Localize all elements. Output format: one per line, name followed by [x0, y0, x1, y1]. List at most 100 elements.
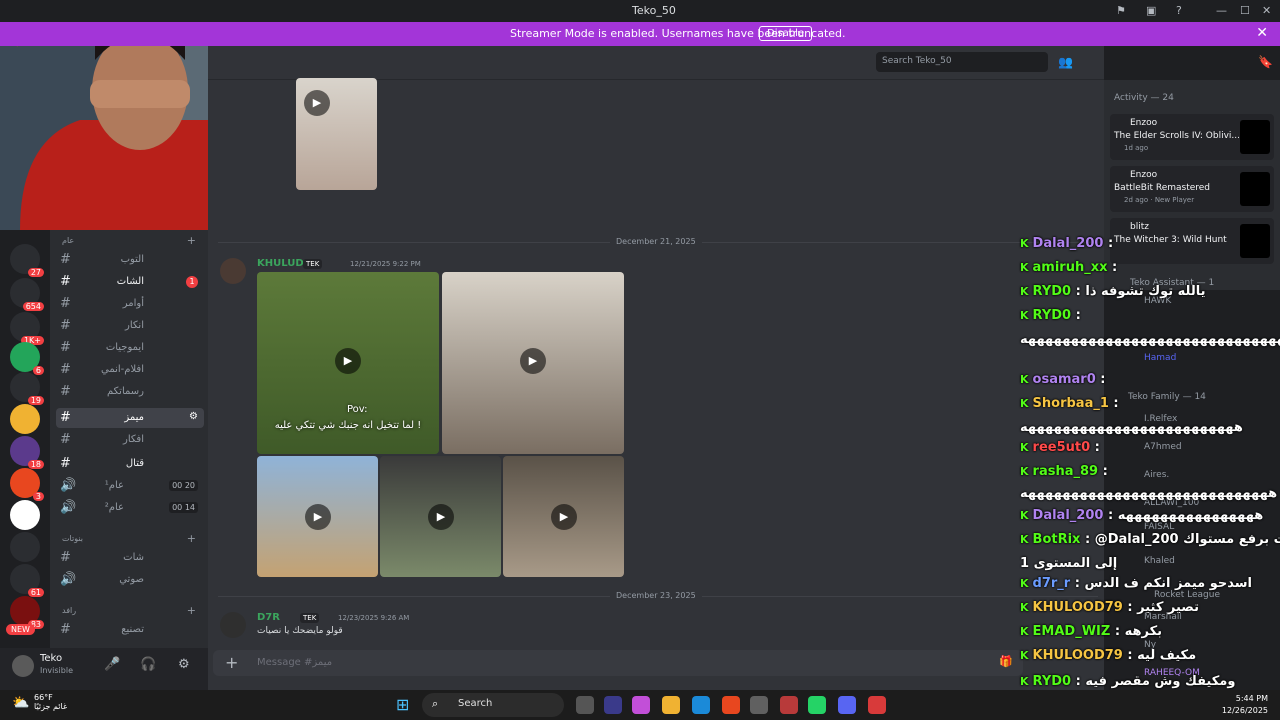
start-icon[interactable]: ⊞ [396, 695, 409, 714]
activity-card[interactable]: blitz The Witcher 3: Wild Hunt [1110, 218, 1274, 264]
settings-icon[interactable]: ⚙ [178, 657, 190, 672]
overlay-chat-user: Dalal_200 [1032, 236, 1104, 251]
channel-item[interactable]: # الشات 1 [56, 272, 204, 292]
disable-button[interactable]: Disable [759, 26, 813, 41]
app-icon[interactable] [780, 696, 798, 714]
play-icon[interactable]: ▶ [428, 504, 454, 530]
message-author[interactable]: KHULUD [257, 258, 304, 269]
close-window-icon[interactable]: ✕ [1262, 4, 1271, 17]
category-header[interactable]: بنوتات [62, 534, 83, 543]
task-view-icon[interactable] [576, 696, 594, 714]
play-icon[interactable]: ▶ [520, 348, 546, 374]
members-icon[interactable]: 👥 [1058, 55, 1073, 69]
video-thumbnail[interactable]: ▶ [380, 456, 501, 577]
gift-icon[interactable]: 🎁 [999, 655, 1013, 668]
server-icon[interactable] [10, 404, 40, 434]
server-icon[interactable]: 61 [10, 564, 44, 597]
server-icon[interactable]: 6 [10, 342, 44, 375]
voice-channel[interactable]: 🔊 صوتي [56, 570, 204, 590]
video-thumbnail[interactable]: ▶ [257, 456, 378, 577]
weather-widget[interactable]: 66°F غائم جزئيًا [34, 693, 67, 711]
new-badge[interactable]: NEW [6, 624, 35, 635]
category-header[interactable]: رافد [62, 606, 76, 615]
add-attachment-icon[interactable]: + [225, 653, 238, 672]
settings-icon[interactable]: ⚙ [189, 411, 198, 422]
server-icon[interactable]: 3 [10, 468, 44, 501]
play-icon[interactable]: ▶ [335, 348, 361, 374]
server-icon[interactable]: 27 [10, 244, 44, 277]
copilot-icon[interactable] [632, 696, 650, 714]
channel-item[interactable]: # ايموجيات [56, 338, 204, 358]
message-composer[interactable]: + Message #ميمز 🎁 [213, 650, 1023, 676]
channel-item[interactable]: # افكار [56, 430, 204, 450]
member-item[interactable]: A7hmed [1144, 442, 1182, 452]
server-icon[interactable]: 83 [10, 596, 44, 629]
search-input[interactable]: Search Teko_50 [876, 52, 1048, 72]
voice-channel[interactable]: 🔊 عام² 00 14 [56, 498, 204, 518]
overlay-chat-message: ههههههههههههههههه [1117, 508, 1264, 523]
channel-item-active[interactable]: # ميمز ⚙ [56, 408, 204, 428]
video-thumbnail[interactable]: ▶ [442, 272, 624, 454]
message-input[interactable]: Message #ميمز [257, 657, 332, 668]
headphones-icon[interactable]: 🎧 [140, 657, 156, 672]
message-author[interactable]: D7R [257, 612, 280, 623]
server-icon[interactable] [10, 500, 40, 530]
add-channel-icon[interactable]: + [187, 604, 196, 617]
server-icon[interactable] [10, 532, 40, 562]
member-item[interactable]: Khaled [1144, 556, 1175, 566]
avatar[interactable] [12, 655, 34, 677]
close-icon[interactable]: ✕ [1256, 25, 1268, 41]
weather-icon[interactable]: ⛅ [12, 695, 29, 711]
taskbar-search[interactable]: Search [422, 693, 564, 717]
app-icon[interactable] [604, 696, 622, 714]
discord-icon[interactable] [838, 696, 856, 714]
video-thumbnail[interactable]: ▶ Pov: لما تتخيل انه جنبك شي تتكي عليه ! [257, 272, 439, 454]
member-item[interactable]: Hamad [1144, 353, 1176, 363]
channel-item[interactable]: # تصنيع [56, 620, 204, 640]
brave-icon[interactable] [722, 696, 740, 714]
avatar[interactable] [220, 612, 246, 638]
overlay-chat-message: @Dalal_200 قمت برفع مستواك [1094, 532, 1280, 547]
play-icon[interactable]: ▶ [305, 504, 331, 530]
server-icon[interactable]: 19 [10, 372, 44, 405]
activity-header[interactable]: Activity — 24 [1114, 93, 1174, 103]
bookmark-icon[interactable]: 🔖 [1258, 55, 1273, 69]
edge-icon[interactable] [692, 696, 710, 714]
overlay-chat-row: Kree5ut0 : [1020, 440, 1100, 460]
file-explorer-icon[interactable] [662, 696, 680, 714]
activity-card[interactable]: Enzoo The Elder Scrolls IV: Oblivi... 1d… [1110, 114, 1274, 160]
channel-item[interactable]: # شات [56, 548, 204, 568]
minimize-icon[interactable]: — [1216, 4, 1227, 17]
channel-item[interactable]: # انكار [56, 316, 204, 336]
whatsapp-icon[interactable] [808, 696, 826, 714]
server-icon[interactable]: 654 [10, 278, 44, 311]
video-thumbnail[interactable]: ▶ [503, 456, 624, 577]
clock[interactable]: 5:44 PM 12/26/2025 [1222, 693, 1268, 717]
user-name[interactable]: Teko [40, 653, 62, 664]
video-thumbnail[interactable]: ▶ [296, 78, 377, 190]
server-icon[interactable]: 18 [10, 436, 44, 469]
member-item[interactable]: Aires. [1144, 470, 1169, 480]
help-icon[interactable]: ? [1176, 4, 1182, 17]
voice-channel[interactable]: 🔊 عام¹ 00 20 [56, 476, 204, 496]
kick-icon: K [1020, 533, 1029, 546]
channel-item[interactable]: # رسماتكم [56, 382, 204, 402]
inbox-icon[interactable]: ⚑ [1116, 4, 1126, 17]
play-icon[interactable]: ▶ [551, 504, 577, 530]
channel-item[interactable]: # قتال [56, 454, 204, 474]
play-icon[interactable]: ▶ [304, 90, 330, 116]
server-icon[interactable]: 1K+ [10, 312, 44, 345]
avatar[interactable] [220, 258, 246, 284]
activity-card[interactable]: Enzoo BattleBit Remastered 2d ago · New … [1110, 166, 1274, 212]
add-channel-icon[interactable]: + [187, 234, 196, 247]
category-header[interactable]: عام [62, 236, 74, 245]
microphone-icon[interactable]: 🎤 [104, 657, 120, 672]
maximize-icon[interactable]: ☐ [1240, 4, 1250, 17]
screen-icon[interactable]: ▣ [1146, 4, 1156, 17]
obs-icon[interactable] [868, 696, 886, 714]
store-icon[interactable] [750, 696, 768, 714]
channel-item[interactable]: # افلام-انمي [56, 360, 204, 380]
channel-item[interactable]: # التوب [56, 250, 204, 270]
channel-item[interactable]: # أوامر [56, 294, 204, 314]
add-channel-icon[interactable]: + [187, 532, 196, 545]
